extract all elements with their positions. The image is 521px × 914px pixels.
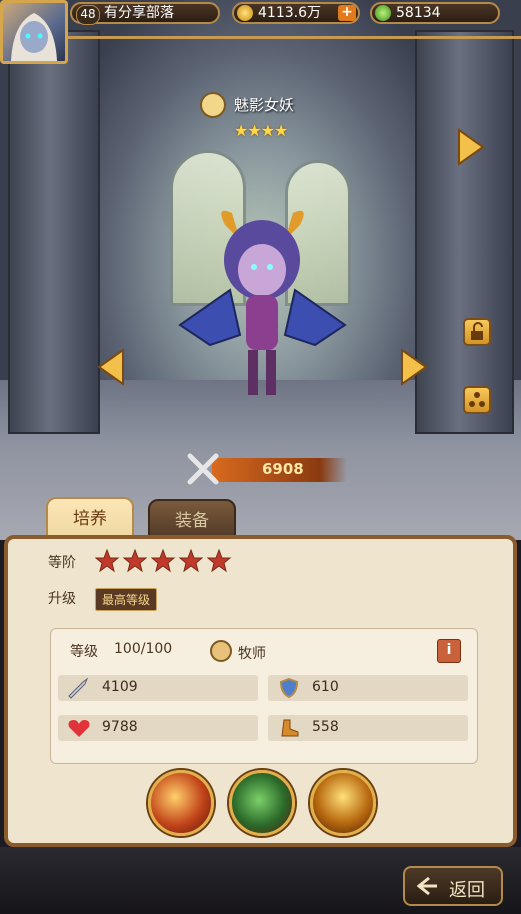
info-button[interactable]: i [437,639,461,663]
shield-icon [279,677,299,699]
rank-star-icon [178,548,204,573]
priest-icon [210,640,232,662]
speed-value: 558 [312,719,339,735]
share-button[interactable] [463,386,491,414]
power-bar: 6908 [212,458,347,482]
hero-name: 魅影女妖 [234,96,295,114]
unlock-button[interactable] [463,318,491,346]
skill-1-icon[interactable] [148,770,214,836]
stat-row-attack: 4109 [58,675,258,701]
sword-icon [68,677,89,699]
stat-row-speed: 558 [268,715,468,741]
player-level: 48 [76,5,100,25]
gem-amount: 58134 [396,5,441,21]
player-info-pill[interactable]: 48 有分享部落 [70,2,220,25]
pillar-left [8,30,100,434]
add-gold-button[interactable]: + [338,5,356,21]
rank-star-icon [150,548,176,573]
attack-value: 4109 [102,679,138,695]
rank-star-icon [206,548,232,573]
power-value: 6908 [262,460,304,478]
hp-value: 9788 [102,719,138,735]
previous-hero-arrow-icon[interactable] [97,348,127,386]
pillar-right [415,30,514,434]
rank-star-icon [122,548,148,573]
upgrade-label: 升级 [48,591,76,607]
level-label: 等级 [70,644,98,660]
stat-row-defense: 610 [268,675,468,701]
crossed-swords-icon [187,453,219,485]
avatar-portrait-icon [11,13,57,61]
hero-star-rating: ★★★★ [234,121,288,140]
next-hero-arrow-icon[interactable] [398,348,428,386]
gold-pill: 4113.6万 + [232,2,360,24]
player-avatar[interactable] [0,0,68,64]
boot-icon [281,719,299,737]
rank-star-icon [94,548,120,573]
gold-amount: 4113.6万 [258,5,321,21]
heart-icon [68,720,90,737]
skill-2-icon[interactable] [229,770,295,836]
back-button[interactable]: 返回 [403,866,503,906]
stat-row-hp: 9788 [58,715,258,741]
priest-class-icon [200,92,226,118]
gem-icon [375,5,391,21]
max-level-badge: 最高等级 [95,588,158,611]
rank-stars [94,548,235,577]
hero-figure[interactable] [170,205,355,405]
resource-bar: 48 有分享部落 4113.6万 + 58134 [70,2,510,25]
class-name: 牧师 [238,646,266,662]
share-icon [469,392,485,407]
coin-icon [237,5,253,21]
skill-3-icon[interactable] [310,770,376,836]
back-arrow-icon [417,876,437,896]
unlock-icon [471,322,483,340]
gem-pill: 58134 [370,2,500,24]
player-name: 有分享部落 [104,5,174,21]
back-label: 返回 [449,880,485,901]
next-hero-arrow-top-icon[interactable] [455,128,485,166]
rank-label: 等阶 [48,555,76,571]
defense-value: 610 [312,679,339,695]
level-value: 100/100 [114,641,173,657]
